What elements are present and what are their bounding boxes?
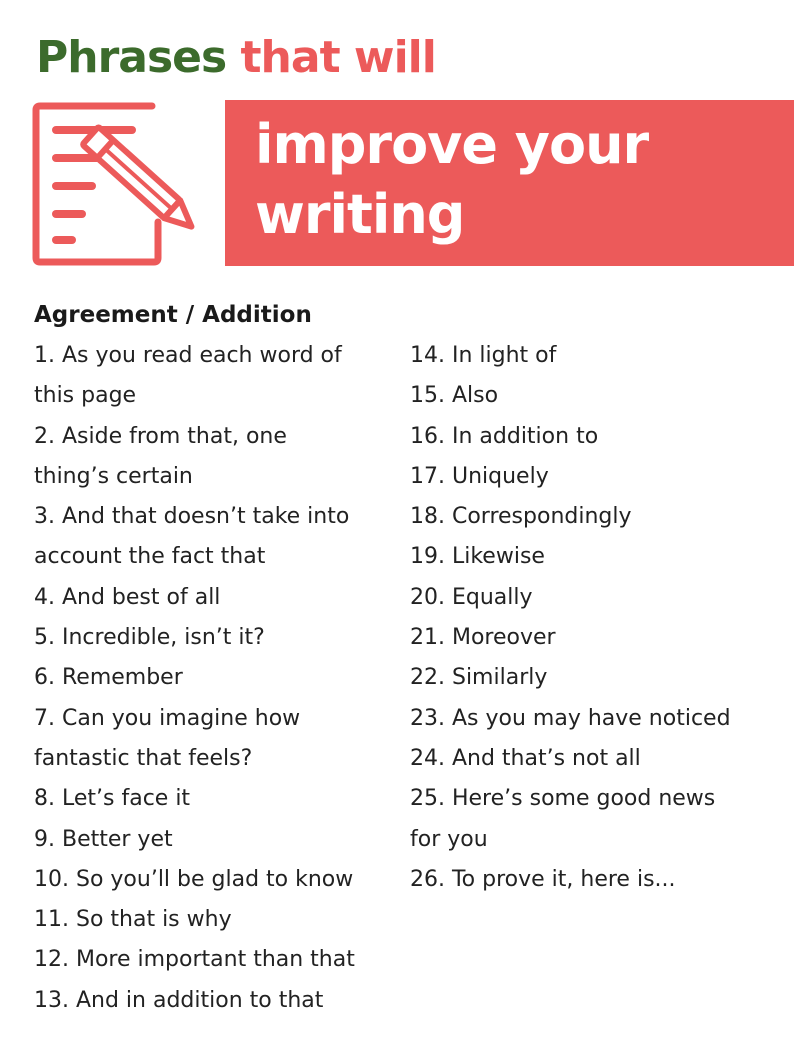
list-item: 4. And best of all [34,584,221,610]
list-item: 2. Aside from that, one [34,423,287,449]
list-item: account the fact that [34,544,266,570]
title-word-that-will: that will [240,32,437,83]
list-item: 24. And that’s not all [410,745,641,771]
list-item: 19. Likewise [410,544,545,570]
list-item: 7. Can you imagine how [34,705,301,731]
title-word-phrases: Phrases [36,32,227,83]
list-item: 6. Remember [34,665,183,691]
list-item: 18. Correspondingly [410,504,632,530]
list-item: 9. Better yet [34,826,173,852]
page-title-top: Phrases that will [36,28,437,88]
title-banner: improve your writing [225,100,794,266]
list-item: 23. As you may have noticed [410,705,731,731]
list-item: for you [410,826,488,852]
list-item: 26. To prove it, here is... [410,866,676,892]
list-item: 16. In addition to [410,423,599,449]
list-item: fantastic that feels? [34,745,253,771]
list-item: 15. Also [410,383,499,409]
list-item: 12. More important than that [34,947,355,973]
list-item: 17. Uniquely [410,463,549,489]
list-item: 11. So that is why [34,907,232,933]
list-item: this page [34,383,137,409]
list-item: 8. Let’s face it [34,786,191,812]
list-item: 3. And that doesn’t take into [34,504,350,530]
list-item: 21. Moreover [410,625,556,651]
document-pencil-icon [32,102,195,266]
list-item: 10. So you’ll be glad to know [34,866,354,892]
list-item: 5. Incredible, isn’t it? [34,625,265,651]
phrase-list-left: 1. As you read each word of this page 2.… [34,336,355,1021]
list-item: 14. In light of [410,343,557,368]
list-item: 20. Equally [410,584,533,610]
list-item: 22. Similarly [410,665,548,691]
banner-line-1: improve your [255,113,649,176]
banner-line-2: writing [255,183,465,246]
list-item: 1. As you read each word of [34,343,342,368]
list-item: thing’s certain [34,463,193,489]
list-item: 13. And in addition to that [34,987,324,1013]
section-heading: Agreement / Addition [34,302,312,328]
phrase-list-right: 14. In light of 15. Also 16. In addition… [410,336,731,900]
list-item: 25. Here’s some good news [410,786,716,812]
